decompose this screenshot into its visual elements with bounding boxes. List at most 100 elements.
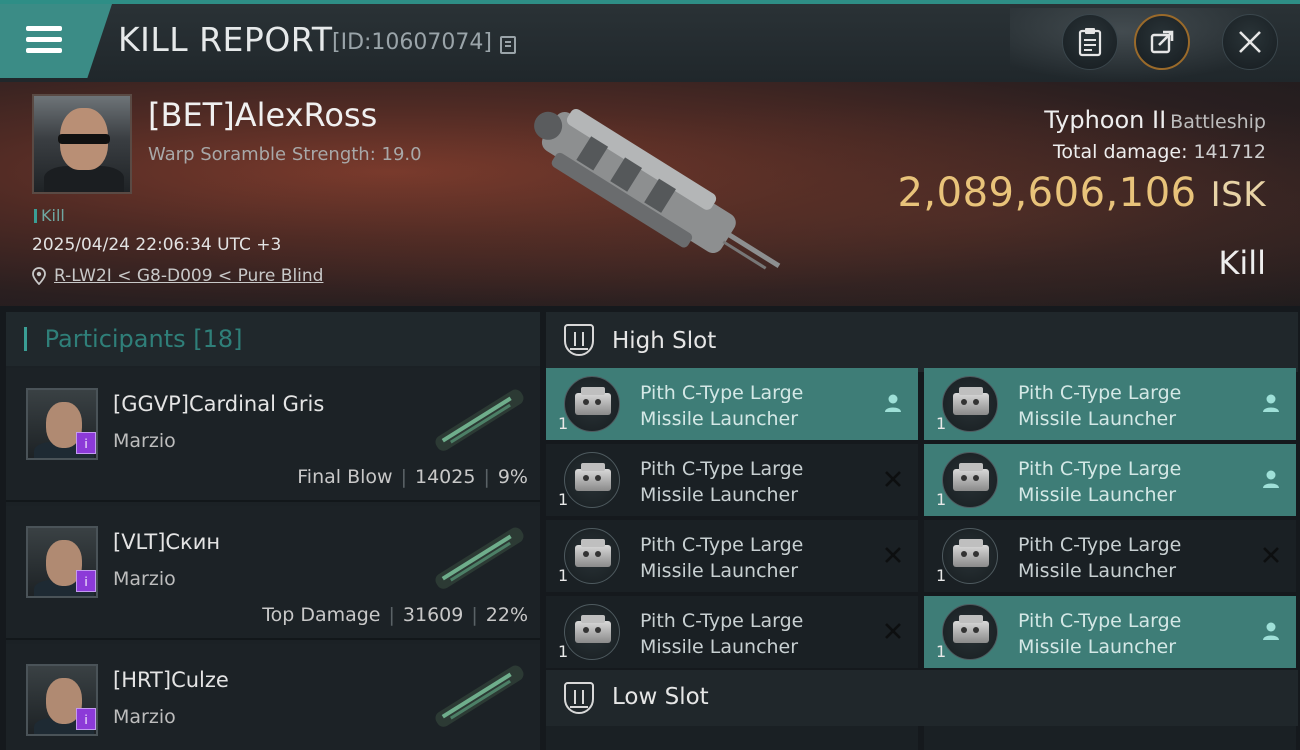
participant-percent: 22% xyxy=(485,604,528,626)
close-button[interactable] xyxy=(1222,14,1278,70)
missile-launcher-icon xyxy=(942,376,998,432)
low-slot-module[interactable] xyxy=(924,726,1296,750)
participant-badge-icon: i xyxy=(76,570,96,592)
pilot-icon xyxy=(1263,622,1279,640)
missile-launcher-icon xyxy=(942,528,998,584)
missile-launcher-icon xyxy=(942,604,998,660)
participant-damage: 31609 xyxy=(402,604,464,626)
low-slot-module[interactable] xyxy=(546,726,918,750)
high-slot-module[interactable]: 1 Pith C-Type Large Missile Launcher xyxy=(924,444,1296,516)
share-button[interactable] xyxy=(1134,14,1190,70)
participants-label: Participants xyxy=(44,325,186,353)
participant-stats: Final Blow | 14025 | 9% xyxy=(297,466,528,488)
ship-name-text: Typhoon II xyxy=(1044,106,1167,134)
participant-ship: Marzio xyxy=(113,568,176,590)
participant-percent: 9% xyxy=(497,466,528,488)
participant-name: [HRT]Culze xyxy=(113,668,229,692)
isk-unit: ISK xyxy=(1210,175,1266,215)
module-name-line2: Missile Launcher xyxy=(1018,636,1177,658)
module-name-line2: Missile Launcher xyxy=(640,408,799,430)
kill-tag: Kill xyxy=(34,206,65,225)
module-name: Pith C-Type Large Missile Launcher xyxy=(640,456,803,508)
kill-result: Kill xyxy=(1218,244,1266,282)
module-quantity: 1 xyxy=(558,566,569,585)
pilot-icon xyxy=(1263,394,1279,412)
module-quantity: 1 xyxy=(558,490,569,509)
copy-id-icon[interactable] xyxy=(500,36,516,54)
high-slot-module[interactable]: 1 Pith C-Type Large Missile Launcher xyxy=(924,596,1296,668)
destroyed-x-icon xyxy=(1263,547,1279,563)
location-pin-icon xyxy=(32,267,46,285)
participant-role: Final Blow xyxy=(297,466,393,488)
high-slot-module[interactable]: 1 Pith C-Type Large Missile Launcher xyxy=(546,368,918,440)
destroyed-x-icon xyxy=(885,547,901,563)
participant-ship: Marzio xyxy=(113,430,176,452)
high-slot-module[interactable]: 1 Pith C-Type Large Missile Launcher xyxy=(546,444,918,516)
high-slot-module[interactable]: 1 Pith C-Type Large Missile Launcher xyxy=(924,368,1296,440)
destroyed-x-icon xyxy=(885,471,901,487)
participant-ship-image xyxy=(435,389,524,451)
module-name-line1: Pith C-Type Large xyxy=(1018,458,1182,480)
high-slot-header[interactable]: High Slot xyxy=(546,312,1298,372)
module-quantity: 1 xyxy=(558,414,569,433)
high-slot-module[interactable]: 1 Pith C-Type Large Missile Launcher xyxy=(924,520,1296,592)
victim-name[interactable]: [BET]AlexRoss xyxy=(148,96,377,134)
share-icon xyxy=(1150,30,1174,54)
missile-launcher-icon xyxy=(942,452,998,508)
participant-role: Top Damage xyxy=(262,604,381,626)
warp-scramble-strength: Warp Soramble Strength: 19.0 xyxy=(148,144,422,165)
participant-row[interactable]: i [VLT]Скин Marzio Top Damage | 31609 | 22% xyxy=(6,506,540,640)
module-name-line1: Pith C-Type Large xyxy=(1018,534,1182,556)
participant-badge-icon: i xyxy=(76,708,96,730)
participant-ship-image xyxy=(435,665,524,727)
victim-ship-image xyxy=(534,108,781,270)
participant-row[interactable]: i [GGVP]Cardinal Gris Marzio Final Blow |… xyxy=(6,368,540,502)
module-name-line2: Missile Launcher xyxy=(1018,560,1177,582)
high-slot-icon xyxy=(564,324,594,356)
module-name: Pith C-Type Large Missile Launcher xyxy=(640,380,803,432)
kill-location[interactable]: R-LW2I < G8-D009 < Pure Blind xyxy=(32,266,323,286)
isk-amount: 2,089,606,106 xyxy=(897,170,1197,216)
module-name: Pith C-Type Large Missile Launcher xyxy=(1018,608,1181,660)
low-slot-header[interactable]: Low Slot xyxy=(546,670,1298,726)
clipboard-button[interactable] xyxy=(1062,14,1118,70)
participant-damage: 14025 xyxy=(414,466,476,488)
low-slot-icon xyxy=(564,682,594,714)
missile-launcher-icon xyxy=(564,452,620,508)
participant-name: [VLT]Скин xyxy=(113,530,221,554)
high-slot-title: High Slot xyxy=(612,328,717,354)
kill-datetime: 2025/04/24 22:06:34 UTC +3 xyxy=(32,235,282,255)
high-slot-module[interactable]: 1 Pith C-Type Large Missile Launcher xyxy=(546,596,918,668)
pilot-icon xyxy=(885,394,901,412)
total-damage-value: 141712 xyxy=(1193,141,1266,163)
missile-launcher-icon xyxy=(564,376,620,432)
module-name: Pith C-Type Large Missile Launcher xyxy=(1018,456,1181,508)
victim-avatar[interactable] xyxy=(32,94,132,194)
missile-launcher-icon xyxy=(564,604,620,660)
module-name-line1: Pith C-Type Large xyxy=(640,534,804,556)
isk-value: 2,089,606,106 ISK xyxy=(897,170,1266,216)
module-name-line1: Pith C-Type Large xyxy=(1018,610,1182,632)
module-name-line1: Pith C-Type Large xyxy=(640,382,804,404)
module-name-line1: Pith C-Type Large xyxy=(1018,382,1182,404)
module-name: Pith C-Type Large Missile Launcher xyxy=(640,532,803,584)
module-quantity: 1 xyxy=(936,566,947,585)
module-name-line2: Missile Launcher xyxy=(640,560,799,582)
clipboard-icon xyxy=(1078,28,1102,57)
victim-ship-name[interactable]: Typhoon II Battleship xyxy=(1044,106,1266,134)
participant-badge-icon: i xyxy=(76,432,96,454)
module-name-line2: Missile Launcher xyxy=(640,484,799,506)
module-name-line2: Missile Launcher xyxy=(1018,484,1177,506)
module-quantity: 1 xyxy=(936,642,947,661)
page-title: KILL REPORT xyxy=(118,20,333,59)
participant-row[interactable]: i [HRT]Culze Marzio xyxy=(6,644,540,750)
module-quantity: 1 xyxy=(936,414,947,433)
high-slot-module[interactable]: 1 Pith C-Type Large Missile Launcher xyxy=(546,520,918,592)
participants-title[interactable]: Participants [18] xyxy=(24,325,243,353)
module-name: Pith C-Type Large Missile Launcher xyxy=(1018,532,1181,584)
location-link[interactable]: R-LW2I < G8-D009 < Pure Blind xyxy=(54,266,323,286)
module-quantity: 1 xyxy=(558,642,569,661)
participants-count: [18] xyxy=(193,325,243,353)
module-name-line1: Pith C-Type Large xyxy=(640,458,804,480)
ship-class: Battleship xyxy=(1170,111,1266,133)
